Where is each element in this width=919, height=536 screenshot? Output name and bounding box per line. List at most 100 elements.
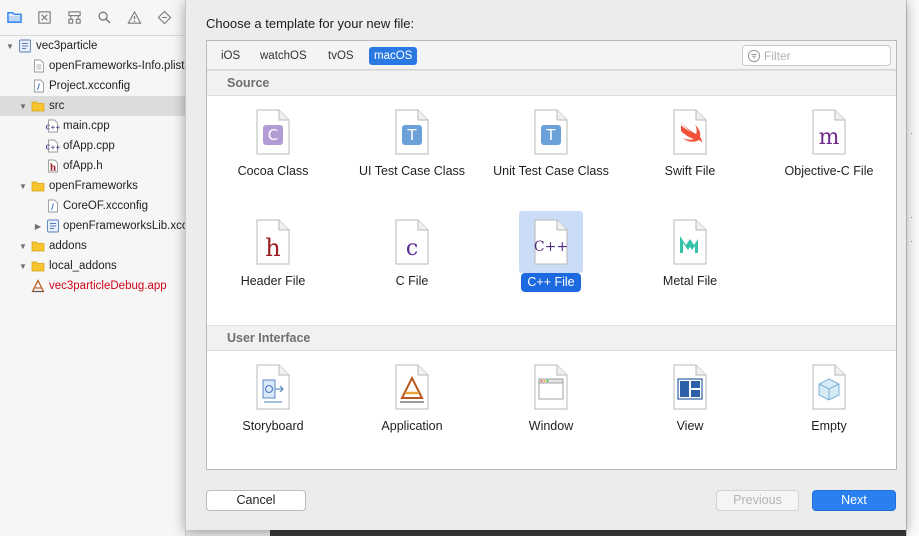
- tree-label: addons: [49, 240, 87, 252]
- template-label: Swift File: [664, 164, 716, 178]
- strip-glyph: ·: [910, 236, 913, 246]
- svg-text:c: c: [406, 236, 418, 261]
- metal-file-icon: [673, 219, 707, 265]
- cpp-file-icon: C++: [46, 119, 60, 133]
- tree-row-project[interactable]: ▶ openFrameworksLib.xcodeproj: [0, 216, 186, 236]
- disclosure-open-icon[interactable]: ▼: [18, 181, 28, 191]
- tree-label: local_addons: [49, 260, 117, 272]
- tree-row-file[interactable]: C++ main.cpp: [0, 116, 186, 136]
- tree-row-folder[interactable]: ▼ src: [0, 96, 186, 116]
- next-button[interactable]: Next: [812, 490, 896, 511]
- template-swift-file[interactable]: Swift File: [625, 101, 755, 201]
- svg-text:T: T: [406, 126, 417, 144]
- svg-text:C++: C++: [46, 125, 60, 132]
- tree-label: vec3particle: [36, 40, 98, 52]
- svg-text:C++: C++: [46, 145, 60, 152]
- tab-watchos[interactable]: watchOS: [255, 47, 312, 65]
- template-label-selected: C++ File: [486, 273, 616, 292]
- template-storyboard[interactable]: Storyboard: [208, 356, 338, 456]
- template-label: Storyboard: [242, 419, 304, 433]
- svg-text:m: m: [819, 125, 840, 150]
- disclosure-closed-icon[interactable]: ▶: [33, 221, 43, 231]
- tab-tvos[interactable]: tvOS: [323, 47, 359, 65]
- application-icon: [395, 364, 429, 410]
- template-empty[interactable]: Empty: [764, 356, 894, 456]
- warning-triangle-icon[interactable]: [126, 9, 142, 25]
- warning-square-icon[interactable]: [36, 9, 52, 25]
- previous-button[interactable]: Previous: [716, 490, 799, 511]
- tab-macos[interactable]: macOS: [369, 47, 418, 65]
- template-label: Cocoa Class: [237, 164, 309, 178]
- tree-row-folder[interactable]: ▼ addons: [0, 236, 186, 256]
- editor-background: [270, 530, 906, 536]
- disclosure-open-icon[interactable]: ▼: [5, 41, 15, 51]
- tree-row-folder[interactable]: ▼ local_addons: [0, 256, 186, 276]
- tree-label: openFrameworks-Info.plist: [49, 60, 185, 72]
- template-ui-test-case-class[interactable]: T UI Test Case Class: [347, 101, 477, 201]
- c-file-icon: c: [395, 219, 429, 265]
- cancel-button[interactable]: Cancel: [206, 490, 306, 511]
- cpp-file-icon: C++: [534, 219, 568, 265]
- project-icon: [19, 39, 31, 53]
- template-metal-file[interactable]: Metal File: [625, 211, 755, 311]
- svg-text:T: T: [545, 126, 556, 144]
- filter-icon: [747, 49, 761, 63]
- tab-ios[interactable]: iOS: [216, 47, 245, 65]
- storyboard-icon: [256, 364, 290, 410]
- editor-strip: · · ·: [906, 0, 919, 536]
- xcodeproj-icon: [47, 219, 59, 233]
- template-window[interactable]: Window: [486, 356, 616, 456]
- ui-test-case-icon: T: [395, 109, 429, 155]
- tree-label: openFrameworksLib.xcodeproj: [63, 220, 186, 232]
- header-file-icon: h: [48, 159, 58, 173]
- template-header-file[interactable]: h Header File: [208, 211, 338, 311]
- template-cocoa-class[interactable]: C Cocoa Class: [208, 101, 338, 201]
- test-diamond-icon[interactable]: [156, 9, 172, 25]
- tree-row-file[interactable]: openFrameworks-Info.plist: [0, 56, 186, 76]
- filter-input[interactable]: [764, 48, 888, 64]
- plist-file-icon: [34, 59, 44, 73]
- tree-label: ofApp.h: [63, 160, 103, 172]
- tree-label: Project.xcconfig: [49, 80, 131, 92]
- disclosure-open-icon[interactable]: ▼: [18, 241, 28, 251]
- tree-row-file[interactable]: C++ ofApp.cpp: [0, 136, 186, 156]
- tree-label: vec3particleDebug.app: [49, 280, 167, 292]
- template-unit-test-case-class[interactable]: T Unit Test Case Class: [486, 101, 616, 201]
- navigator-toolbar: [0, 0, 186, 36]
- template-objective-c-file[interactable]: m Objective-C File: [764, 101, 894, 201]
- tree-row-file[interactable]: CoreOF.xcconfig: [0, 196, 186, 216]
- disclosure-open-icon[interactable]: ▼: [18, 101, 28, 111]
- template-label: Window: [528, 419, 574, 433]
- hierarchy-icon[interactable]: [66, 9, 82, 25]
- folder-icon: [31, 261, 45, 272]
- strip-glyph: ·: [910, 128, 913, 138]
- tree-row-project[interactable]: ▼ vec3particle: [0, 36, 186, 56]
- tree-row-file[interactable]: h ofApp.h: [0, 156, 186, 176]
- template-label: C++ File: [521, 273, 581, 292]
- template-application[interactable]: Application: [347, 356, 477, 456]
- section-title: User Interface: [227, 331, 311, 345]
- app-icon: [31, 279, 45, 293]
- disclosure-open-icon[interactable]: ▼: [18, 261, 28, 271]
- selection-highlight: C++: [519, 211, 583, 273]
- tree-label: openFrameworks: [49, 180, 138, 192]
- tree-row-file[interactable]: Project.xcconfig: [0, 76, 186, 96]
- svg-text:h: h: [265, 234, 280, 262]
- tree-label: ofApp.cpp: [63, 140, 115, 152]
- new-file-sheet: Choose a template for your new file: iOS…: [185, 0, 906, 530]
- template-cpp-file[interactable]: C++ C++ File: [486, 211, 616, 311]
- tree-row-folder[interactable]: ▼ openFrameworks: [0, 176, 186, 196]
- template-label: Header File: [240, 274, 306, 288]
- tree-row-app[interactable]: vec3particleDebug.app: [0, 276, 186, 296]
- search-icon[interactable]: [96, 9, 112, 25]
- sheet-title: Choose a template for your new file:: [206, 16, 415, 31]
- unit-test-case-icon: T: [534, 109, 568, 155]
- folder-icon[interactable]: [6, 9, 22, 25]
- template-view[interactable]: View: [625, 356, 755, 456]
- filter-field[interactable]: [742, 45, 891, 66]
- xcconfig-file-icon: [48, 199, 58, 213]
- template-label: View: [676, 419, 704, 433]
- template-label: Objective-C File: [784, 164, 874, 178]
- template-c-file[interactable]: c C File: [347, 211, 477, 311]
- objc-file-icon: m: [812, 109, 846, 155]
